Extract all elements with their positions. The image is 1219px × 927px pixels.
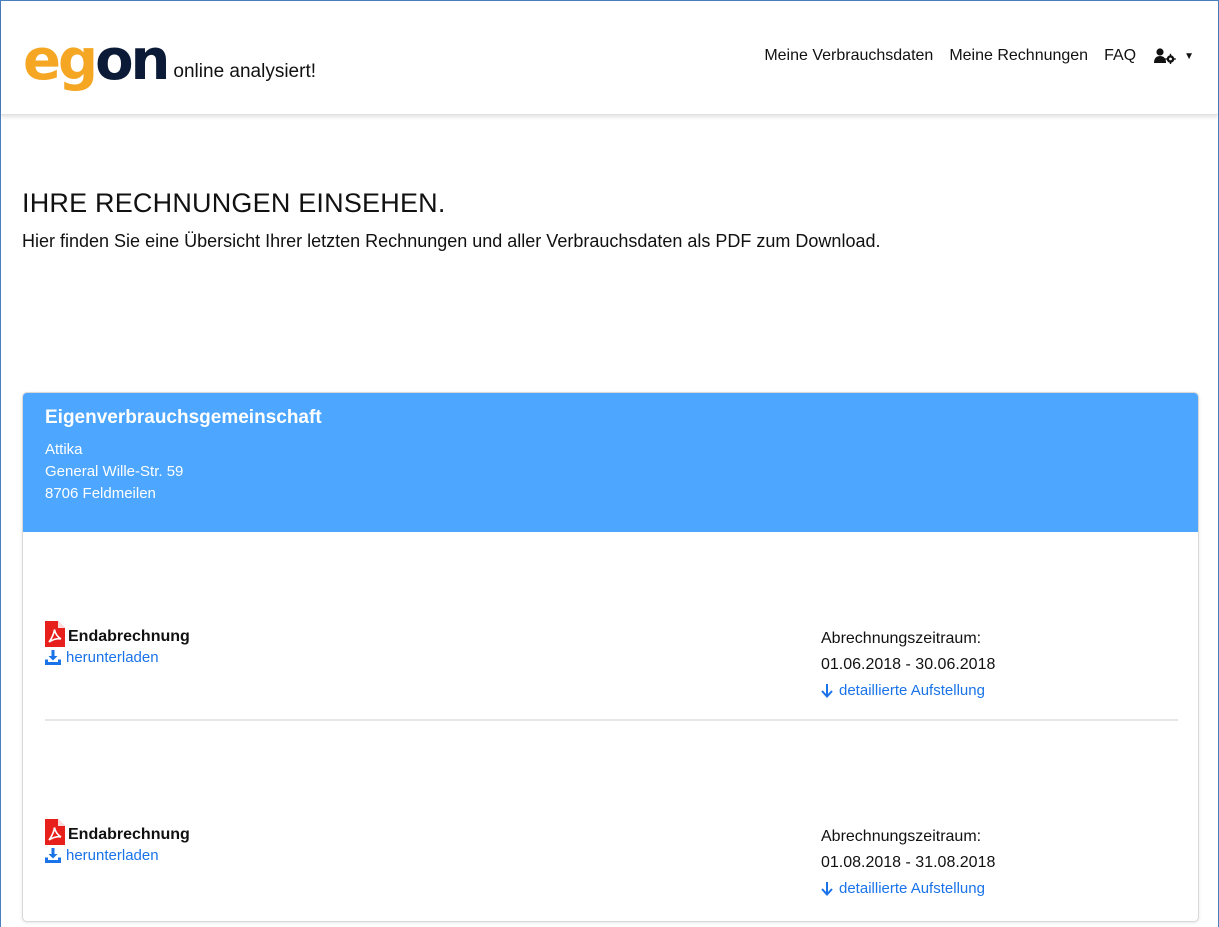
nav-rechnungen[interactable]: Meine Rechnungen — [949, 47, 1088, 65]
main-nav: Meine Verbrauchsdaten Meine Rechnungen F… — [748, 47, 1194, 65]
pdf-icon — [45, 621, 65, 647]
caret-down-icon: ▼ — [1184, 50, 1194, 62]
logo[interactable]: egon — [23, 33, 170, 89]
invoice-label: Endabrechnung — [68, 826, 190, 843]
billing-period: Abrechnungszeitraum: 01.06.2018 - 30.06.… — [821, 626, 995, 704]
detail-link[interactable]: detaillierte Aufstellung — [821, 876, 995, 902]
address-line-1: Attika — [45, 441, 83, 458]
invoice-item: Endabrechnung herunterladen Abrechnungsz… — [23, 791, 1198, 921]
logo-on: on — [95, 28, 170, 93]
download-icon — [45, 650, 61, 665]
period-label: Abrechnungszeitraum: — [821, 630, 982, 647]
brand[interactable]: egon online analysiert! — [23, 29, 316, 89]
nav-verbrauchsdaten[interactable]: Meine Verbrauchsdaten — [764, 47, 933, 65]
arrow-down-icon — [821, 882, 833, 896]
address-line-3: 8706 Feldmeilen — [45, 485, 156, 502]
download-link[interactable]: herunterladen — [45, 649, 190, 666]
community-name: Eigenverbrauchsgemeinschaft — [45, 407, 322, 428]
billing-period: Abrechnungszeitraum: 01.08.2018 - 31.08.… — [821, 824, 995, 902]
period-label: Abrechnungszeitraum: — [821, 828, 982, 845]
nav-faq[interactable]: FAQ — [1104, 47, 1136, 65]
invoice-item: Endabrechnung herunterladen Abrechnungsz… — [23, 593, 1198, 763]
pdf-icon — [45, 819, 65, 845]
detail-link[interactable]: detaillierte Aufstellung — [821, 678, 995, 704]
download-icon — [45, 848, 61, 863]
period-dates: 01.06.2018 - 30.06.2018 — [821, 656, 996, 673]
divider — [45, 719, 1178, 721]
detail-label[interactable]: detaillierte Aufstellung — [839, 678, 985, 704]
user-menu-toggle[interactable]: ▼ — [1154, 48, 1194, 64]
invoice-card: Eigenverbrauchsgemeinschaft Attika Gener… — [22, 392, 1199, 922]
logo-eg: eg — [23, 28, 98, 93]
page-title: IHRE RECHNUNGEN EINSEHEN. — [22, 188, 446, 218]
download-label[interactable]: herunterladen — [66, 649, 159, 666]
card-header: Eigenverbrauchsgemeinschaft Attika Gener… — [23, 393, 1198, 532]
user-cog-icon — [1154, 48, 1176, 64]
page-subtitle: Hier finden Sie eine Übersicht Ihrer let… — [22, 231, 881, 251]
invoice-file: Endabrechnung herunterladen — [45, 621, 190, 666]
period-dates: 01.08.2018 - 31.08.2018 — [821, 854, 996, 871]
navbar: egon online analysiert! Meine Verbrauchs… — [1, 1, 1218, 115]
arrow-down-icon — [821, 684, 833, 698]
invoice-file: Endabrechnung herunterladen — [45, 819, 190, 864]
detail-label[interactable]: detaillierte Aufstellung — [839, 876, 985, 902]
download-link[interactable]: herunterladen — [45, 847, 190, 864]
address-line-2: General Wille-Str. 59 — [45, 463, 184, 480]
download-label[interactable]: herunterladen — [66, 847, 159, 864]
tagline: online analysiert! — [173, 61, 317, 82]
invoice-label: Endabrechnung — [68, 628, 190, 645]
